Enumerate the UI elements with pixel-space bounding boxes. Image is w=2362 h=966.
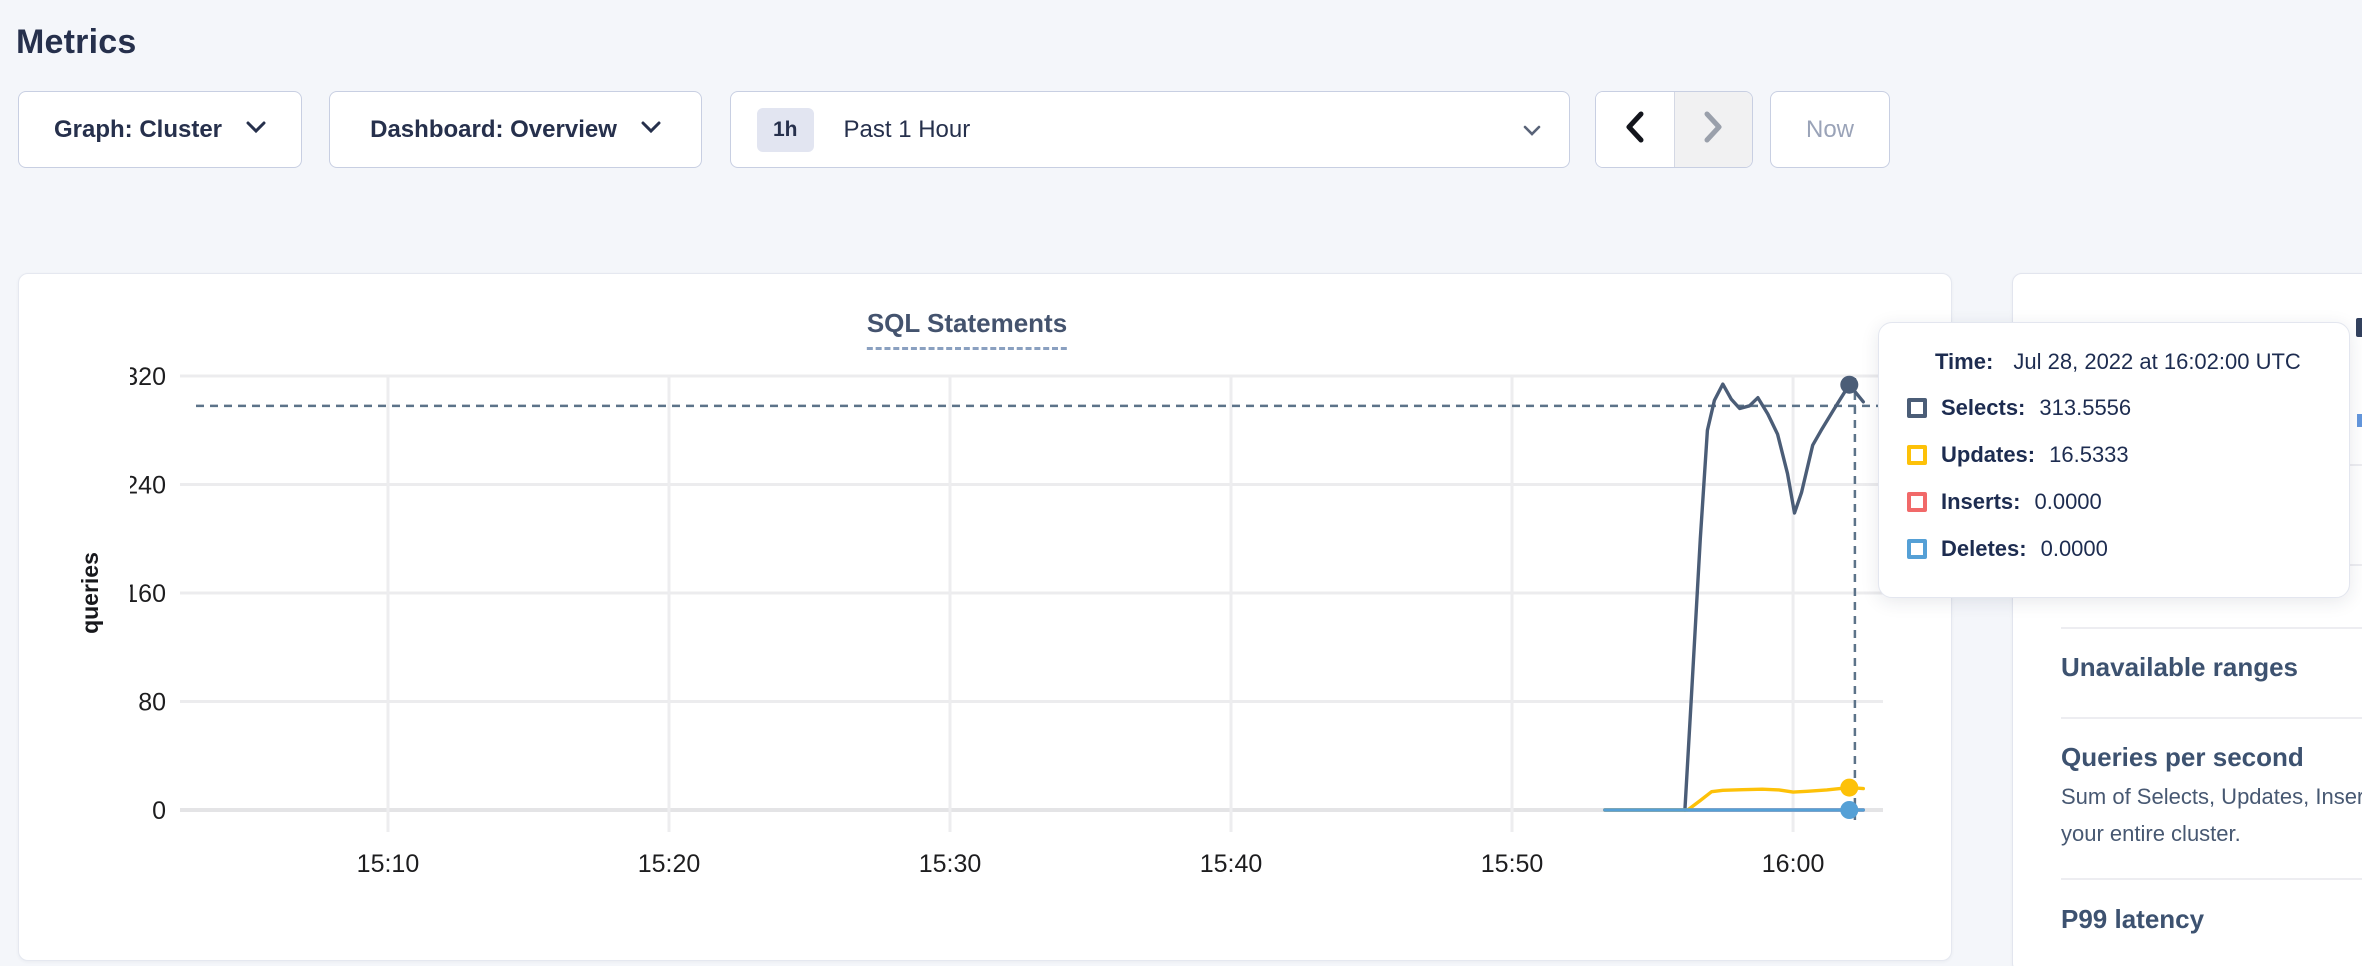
obscured-link-fragment <box>2357 414 2362 427</box>
sidebar-heading-p99-latency: P99 latency <box>2061 904 2204 935</box>
tooltip-row-value: 313.5556 <box>2039 395 2131 421</box>
chevron-left-icon <box>1624 110 1646 149</box>
chevron-down-icon <box>641 121 661 139</box>
svg-text:15:10: 15:10 <box>357 850 420 878</box>
previous-interval-button[interactable] <box>1596 92 1675 167</box>
svg-text:160: 160 <box>130 580 166 608</box>
chevron-down-icon <box>1523 124 1541 142</box>
tooltip-time-label: Time: <box>1935 349 1993 374</box>
now-button-label: Now <box>1806 116 1854 144</box>
sql-statements-chart[interactable]: 0 80 160 240 320 15:10 15:20 15:30 15:40 15:50 16:… <box>130 340 1920 920</box>
legend-swatch-deletes <box>1907 539 1927 559</box>
now-button[interactable]: Now <box>1770 91 1890 168</box>
tooltip-row-inserts: Inserts: 0.0000 <box>1907 487 2349 517</box>
graph-selector[interactable]: Graph: Cluster <box>18 91 302 168</box>
tooltip-row-value: 16.5333 <box>2049 442 2129 468</box>
sidebar-heading-unavailable-ranges: Unavailable ranges <box>2061 652 2298 683</box>
chart-title[interactable]: SQL Statements <box>867 308 1067 350</box>
chevron-down-icon <box>246 121 266 139</box>
dashboard-selector-label: Dashboard: Overview <box>370 116 617 144</box>
tooltip-row-value: 0.0000 <box>2041 536 2108 562</box>
tooltip-row-label: Inserts: <box>1941 489 2020 515</box>
time-range-label: Past 1 Hour <box>844 116 971 144</box>
divider <box>2061 627 2362 629</box>
svg-text:15:20: 15:20 <box>638 850 701 878</box>
time-step-control <box>1595 91 1753 168</box>
tooltip-row-updates: Updates: 16.5333 <box>1907 440 2349 470</box>
time-range-badge: 1h <box>757 108 814 152</box>
tooltip-row-value: 0.0000 <box>2034 489 2101 515</box>
graph-selector-label: Graph: Cluster <box>54 116 222 144</box>
sidebar-description-line: Sum of Selects, Updates, Inser <box>2061 784 2362 810</box>
sidebar-heading-queries-per-second: Queries per second <box>2061 742 2304 773</box>
svg-text:15:30: 15:30 <box>919 850 982 878</box>
time-range-selector[interactable]: 1h Past 1 Hour <box>730 91 1570 168</box>
svg-text:0: 0 <box>152 797 166 825</box>
tooltip-time-row: Time: Jul 28, 2022 at 16:02:00 UTC <box>1907 349 2349 375</box>
svg-text:15:50: 15:50 <box>1481 850 1544 878</box>
page-title: Metrics <box>16 23 136 62</box>
legend-swatch-updates <box>1907 445 1927 465</box>
svg-text:80: 80 <box>138 689 166 717</box>
legend-swatch-inserts <box>1907 492 1927 512</box>
svg-text:320: 320 <box>130 363 166 391</box>
y-axis-label: queries <box>70 531 110 655</box>
legend-swatch-selects <box>1907 398 1927 418</box>
tooltip-row-label: Selects: <box>1941 395 2025 421</box>
sidebar-description-line: your entire cluster. <box>2061 821 2241 847</box>
tooltip-row-selects: Selects: 313.5556 <box>1907 393 2349 423</box>
svg-text:15:40: 15:40 <box>1200 850 1263 878</box>
tooltip-row-label: Updates: <box>1941 442 2035 468</box>
metrics-page: Metrics Graph: Cluster Dashboard: Overvi… <box>0 0 2362 966</box>
tooltip-time-value: Jul 28, 2022 at 16:02:00 UTC <box>2013 349 2300 374</box>
hover-tooltip: Time: Jul 28, 2022 at 16:02:00 UTC Selec… <box>1878 322 2350 598</box>
divider <box>2061 717 2362 719</box>
svg-text:240: 240 <box>130 472 166 500</box>
divider <box>2061 878 2362 880</box>
tooltip-row-deletes: Deletes: 0.0000 <box>1907 534 2349 564</box>
next-interval-button[interactable] <box>1675 92 1753 167</box>
chevron-right-icon <box>1702 110 1724 149</box>
obscured-text-fragment <box>2356 318 2362 337</box>
dashboard-selector[interactable]: Dashboard: Overview <box>329 91 702 168</box>
tooltip-row-label: Deletes: <box>1941 536 2027 562</box>
svg-text:16:00: 16:00 <box>1762 850 1825 878</box>
